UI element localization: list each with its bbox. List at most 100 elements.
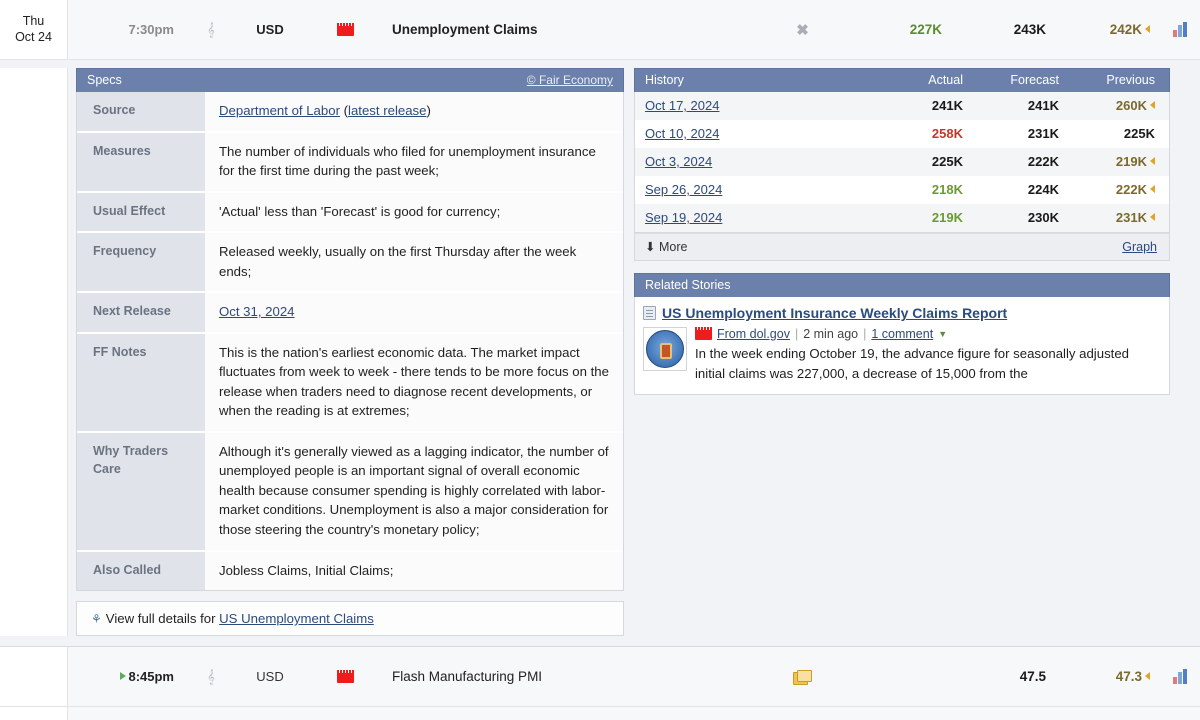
meta-separator: |: [863, 327, 867, 341]
history-date-link[interactable]: Sep 26, 2024: [645, 182, 722, 197]
history-previous: 219K: [1073, 148, 1169, 176]
event-forecast: 243K: [1013, 22, 1046, 37]
revised-arrow-icon: [1145, 672, 1150, 681]
spec-row-measures: Measures The number of individuals who f…: [77, 132, 623, 193]
calendar-page: Thu Oct 24 7:30pm 𝄞 USD Unemployment Cla…: [0, 0, 1200, 720]
event-time-label: 8:45pm: [128, 669, 174, 685]
revised-arrow-icon: [1150, 101, 1155, 109]
meta-separator: |: [794, 327, 799, 341]
calendar-event-row[interactable]: 𝄞 USD Flash Services PMI 55.0 55.2: [0, 707, 1200, 720]
detail-left-gutter: [0, 68, 68, 637]
event-forecast: 47.5: [1019, 669, 1046, 685]
story-excerpt: In the week ending October 19, the advan…: [695, 346, 1130, 381]
spec-value: Jobless Claims, Initial Claims;: [205, 551, 623, 591]
history-actual: 225K: [931, 154, 963, 169]
history-date: Oct 10, 2024: [635, 120, 881, 148]
view-full-prefix: View full details for: [105, 611, 216, 627]
bar-chart-icon[interactable]: [1162, 669, 1200, 685]
view-full-details-bar: ⚘ View full details for US Unemployment C…: [76, 601, 624, 637]
impact-flag-icon[interactable]: [306, 669, 384, 684]
history-date-link[interactable]: Sep 19, 2024: [645, 210, 722, 225]
impact-flag-icon[interactable]: [306, 22, 384, 37]
event-date: [0, 707, 68, 720]
table-row: Oct 17, 2024 241K 241K 260K: [635, 92, 1169, 120]
spec-label: Frequency: [77, 233, 205, 292]
related-stories-header: Related Stories: [634, 273, 1170, 297]
event-detail-panel: Specs © Fair Economy Source Department o…: [0, 60, 1200, 648]
event-currency: USD: [256, 22, 284, 37]
history-previous: 225K: [1123, 126, 1155, 141]
spec-value: 'Actual' less than 'Forecast' is good fo…: [205, 192, 623, 232]
history-date-link[interactable]: Oct 3, 2024: [645, 154, 712, 169]
history-date-link[interactable]: Oct 10, 2024: [645, 126, 719, 141]
history-date-link[interactable]: Oct 17, 2024: [645, 98, 719, 113]
revised-arrow-icon: [1150, 213, 1155, 221]
play-icon: [120, 672, 127, 681]
event-date-num: Oct 24: [15, 29, 52, 44]
table-row: Oct 3, 2024 225K 222K 219K: [635, 148, 1169, 176]
event-date: [0, 647, 68, 707]
alarm-speaker-icon[interactable]: 𝄞: [188, 21, 234, 38]
calendar-event-row[interactable]: 8:45pm 𝄞 USD Flash Manufacturing PMI 47.…: [0, 647, 1200, 708]
history-date: Sep 19, 2024: [635, 204, 881, 232]
more-button[interactable]: ⬇︎ More: [645, 239, 687, 254]
spec-value: Although it's generally viewed as a lagg…: [205, 432, 623, 550]
spec-row-also-called: Also Called Jobless Claims, Initial Clai…: [77, 551, 623, 591]
view-full-details-link[interactable]: US Unemployment Claims: [219, 611, 374, 626]
history-table: Oct 17, 2024 241K 241K 260K Oct 10, 2024…: [634, 92, 1170, 233]
event-actual: 227K: [909, 22, 942, 37]
avatar: [643, 327, 687, 371]
history-previous-value: 222K: [1115, 182, 1147, 197]
history-previous-value: 231K: [1115, 210, 1147, 225]
chevron-down-icon[interactable]: ▼: [938, 329, 947, 339]
story-source-link[interactable]: From dol.gov: [717, 327, 790, 341]
spec-value: Released weekly, usually on the first Th…: [205, 233, 623, 292]
folder-icon[interactable]: [754, 669, 850, 685]
spec-label: FF Notes: [77, 333, 205, 431]
fair-economy-link[interactable]: © Fair Economy: [527, 73, 613, 87]
spec-label: Next Release: [77, 293, 205, 332]
history-previous: 231K: [1073, 204, 1169, 232]
spec-label: Why Traders Care: [77, 432, 205, 550]
event-previous-value: 242K: [1109, 22, 1142, 37]
graph-link[interactable]: Graph: [1122, 240, 1157, 254]
history-forecast: 230K: [1027, 210, 1059, 225]
event-previous: 242K: [1058, 22, 1162, 37]
event-date-day: Thu: [22, 13, 45, 28]
spec-value: The number of individuals who filed for …: [205, 132, 623, 191]
history-col-previous: Previous: [1106, 73, 1155, 87]
spec-label: Measures: [77, 132, 205, 191]
spec-value: Department of Labor (latest release): [205, 92, 623, 131]
event-previous-value: 47.3: [1115, 669, 1142, 685]
calendar-event-row[interactable]: Thu Oct 24 7:30pm 𝄞 USD Unemployment Cla…: [0, 0, 1200, 60]
paren-open: (: [339, 103, 349, 118]
latest-release-link[interactable]: latest release: [348, 103, 426, 118]
bar-chart-icon[interactable]: [1162, 22, 1200, 37]
story-title-row: US Unemployment Insurance Weekly Claims …: [643, 305, 1159, 321]
event-previous: 47.3: [1058, 669, 1162, 684]
event-date: Thu Oct 24: [0, 0, 68, 59]
spec-label: Also Called: [77, 551, 205, 591]
next-release-link[interactable]: Oct 31, 2024: [219, 304, 295, 319]
history-actual: 241K: [931, 98, 963, 113]
history-col-actual: Actual: [928, 73, 963, 87]
story-meta: From dol.gov | 2 min ago | 1 comment ▼: [695, 327, 1140, 341]
specs-column: Specs © Fair Economy Source Department o…: [76, 68, 624, 637]
history-previous: 222K: [1073, 176, 1169, 204]
alarm-speaker-icon[interactable]: 𝄞: [188, 668, 234, 685]
story-comments-link[interactable]: 1 comment: [871, 327, 933, 341]
source-link[interactable]: Department of Labor: [219, 103, 340, 118]
spec-row-next-release: Next Release Oct 31, 2024: [77, 293, 623, 334]
event-title[interactable]: Flash Manufacturing PMI: [384, 669, 754, 684]
history-previous: 260K: [1073, 92, 1169, 120]
event-title[interactable]: Unemployment Claims: [384, 22, 754, 37]
scissors-icon[interactable]: ✖: [754, 21, 850, 39]
spec-row-why-traders-care: Why Traders Care Although it's generally…: [77, 432, 623, 552]
spec-label: Source: [77, 92, 205, 131]
specs-table: Source Department of Labor (latest relea…: [76, 92, 624, 592]
history-actual: 258K: [931, 126, 963, 141]
revised-arrow-icon: [1150, 157, 1155, 165]
history-date: Oct 17, 2024: [635, 92, 881, 120]
history-col-forecast: Forecast: [1010, 73, 1059, 87]
story-title-link[interactable]: US Unemployment Insurance Weekly Claims …: [662, 305, 1007, 321]
